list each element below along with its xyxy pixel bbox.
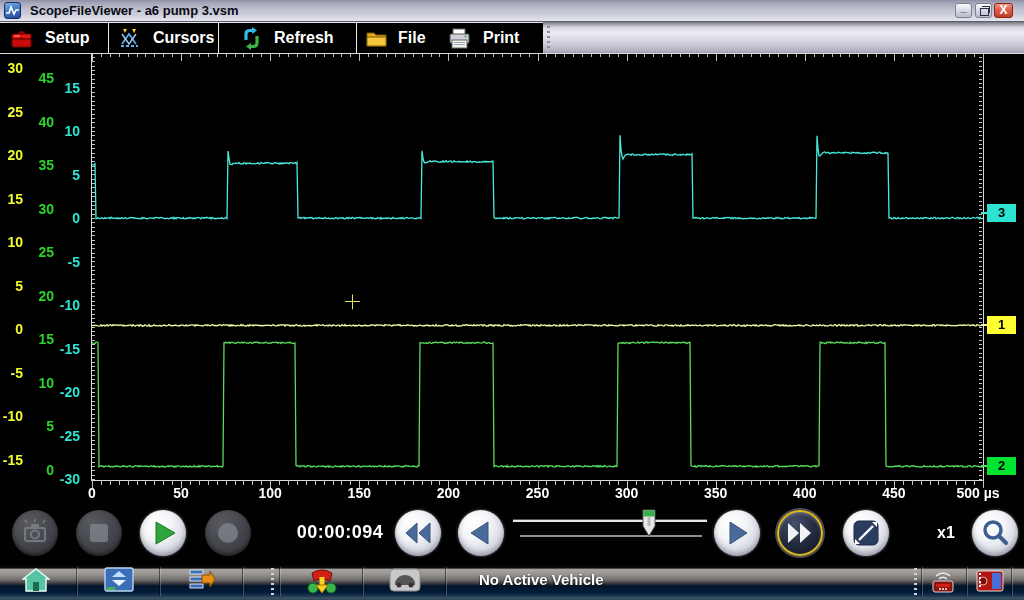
waveform-plot[interactable] bbox=[0, 53, 1024, 505]
step-back-button[interactable] bbox=[458, 510, 504, 556]
tile-separator bbox=[1011, 567, 1013, 596]
x-axis-label: 350 bbox=[704, 485, 727, 501]
home-icon[interactable] bbox=[22, 567, 50, 597]
tile-separator bbox=[921, 567, 923, 596]
folder-icon bbox=[365, 27, 388, 50]
x-axis-label: 100 bbox=[259, 485, 282, 501]
speed-label: x1 bbox=[926, 524, 966, 542]
tile-separator bbox=[362, 567, 364, 596]
tile-separator bbox=[76, 567, 78, 596]
tile-separator bbox=[445, 567, 447, 596]
print-button[interactable]: Print bbox=[438, 23, 543, 53]
toolbar-buttons: Setup Cursors bbox=[0, 22, 543, 53]
y-axis-label-ch3: -20 bbox=[0, 384, 80, 400]
cursors-icon bbox=[118, 27, 141, 50]
file-label: File bbox=[398, 29, 426, 47]
status-text: No Active Vehicle bbox=[479, 571, 604, 588]
vehicle-connect-icon[interactable] bbox=[306, 567, 338, 599]
zoom-button[interactable] bbox=[972, 510, 1018, 556]
scope-display: 302520151050-5-10-15 454035302520151050 … bbox=[0, 53, 1024, 505]
capture-button[interactable] bbox=[12, 510, 58, 556]
y-axis-label-ch3: -10 bbox=[0, 297, 80, 313]
close-button[interactable]: X bbox=[994, 3, 1013, 18]
task-bar: No Active Vehicle bbox=[0, 565, 1024, 600]
y-axis-label-ch3: -25 bbox=[0, 428, 80, 444]
refresh-icon bbox=[240, 27, 263, 50]
channel-2-marker[interactable]: 2 bbox=[987, 457, 1016, 475]
play-button[interactable] bbox=[140, 510, 186, 556]
window-title: ScopeFileViewer - a6 pump 3.vsm bbox=[30, 3, 239, 18]
x-axis-label: 400 bbox=[793, 485, 816, 501]
cursors-button[interactable]: Cursors bbox=[108, 23, 218, 53]
channel-3-marker[interactable]: 3 bbox=[987, 204, 1016, 222]
minimize-button[interactable]: _ bbox=[955, 3, 972, 18]
fast-forward-button[interactable] bbox=[777, 510, 823, 556]
app-icon bbox=[4, 2, 21, 19]
refresh-button[interactable]: Refresh bbox=[218, 23, 356, 53]
x-axis-label: 50 bbox=[173, 485, 189, 501]
x-axis-label: 500 µs bbox=[956, 485, 999, 501]
position-slider-track-lower bbox=[520, 535, 702, 537]
taskbar-divider-dots bbox=[271, 568, 274, 597]
channel-1-marker[interactable]: 1 bbox=[987, 316, 1016, 334]
toolbox-icon bbox=[10, 27, 33, 50]
vehicle-gray-icon[interactable] bbox=[389, 567, 421, 598]
stop-button[interactable] bbox=[76, 510, 122, 556]
scope-file-viewer-window: ScopeFileViewer - a6 pump 3.vsm _ X Setu… bbox=[0, 0, 1024, 600]
y-axis-label-ch3: 5 bbox=[0, 167, 80, 183]
wireless-scanner-icon[interactable] bbox=[928, 567, 958, 599]
x-axis-label: 150 bbox=[348, 485, 371, 501]
x-axis-label: 0 bbox=[88, 485, 96, 501]
cursors-label: Cursors bbox=[153, 29, 214, 47]
file-button[interactable]: File bbox=[356, 23, 438, 53]
y-axis-label-ch3: -15 bbox=[0, 341, 80, 357]
position-slider-track[interactable] bbox=[513, 519, 707, 522]
rewind-button[interactable] bbox=[395, 510, 441, 556]
step-forward-button[interactable] bbox=[714, 510, 760, 556]
playback-controls: 00:00:094 bbox=[0, 505, 1024, 565]
x-axis-label: 300 bbox=[615, 485, 638, 501]
y-axis-label-ch3: 15 bbox=[0, 80, 80, 96]
toolbar-handle-area bbox=[543, 22, 1024, 53]
setup-button[interactable]: Setup bbox=[0, 23, 108, 53]
printer-icon bbox=[448, 27, 471, 50]
module-icon[interactable] bbox=[975, 567, 1005, 599]
print-label: Print bbox=[483, 29, 519, 47]
setup-label: Setup bbox=[45, 29, 89, 47]
tile-separator bbox=[159, 567, 161, 596]
toolbar-grip[interactable] bbox=[547, 26, 550, 49]
position-slider-thumb[interactable] bbox=[642, 509, 656, 541]
y-axis-label-ch3: -30 bbox=[0, 471, 80, 487]
x-axis-label: 450 bbox=[882, 485, 905, 501]
data-list-icon[interactable] bbox=[188, 567, 216, 597]
time-display: 00:00:094 bbox=[285, 522, 395, 543]
expand-button[interactable] bbox=[843, 510, 889, 556]
screen-switch-icon[interactable] bbox=[104, 567, 134, 598]
tile-separator bbox=[279, 567, 281, 596]
tile-separator bbox=[242, 567, 244, 596]
title-bar: ScopeFileViewer - a6 pump 3.vsm _ X bbox=[0, 0, 1024, 22]
y-axis-label-ch3: 0 bbox=[0, 210, 80, 226]
record-button[interactable] bbox=[205, 510, 251, 556]
x-axis-label: 250 bbox=[526, 485, 549, 501]
y-axis-label-ch3: 10 bbox=[0, 123, 80, 139]
x-axis-label: 200 bbox=[437, 485, 460, 501]
taskbar-divider-dots bbox=[914, 568, 917, 597]
y-axis-label-ch3: -5 bbox=[0, 254, 80, 270]
tile-separator bbox=[966, 567, 968, 596]
toolbar: Setup Cursors bbox=[0, 22, 1024, 53]
restore-button[interactable] bbox=[975, 3, 992, 18]
refresh-label: Refresh bbox=[274, 29, 334, 47]
